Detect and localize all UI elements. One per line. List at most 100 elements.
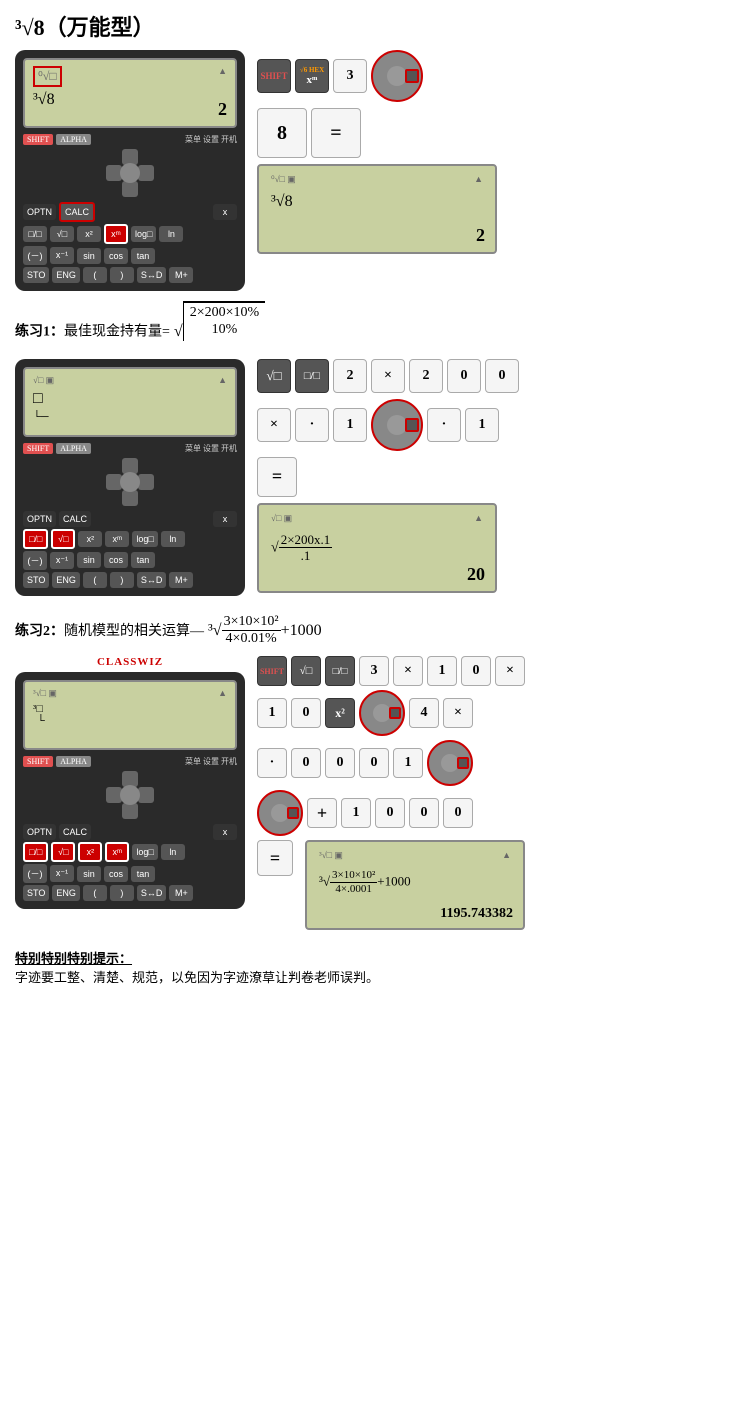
k-shift-3[interactable]: SHIFT — [257, 656, 287, 686]
k-frac-2[interactable]: □/□ — [295, 359, 329, 393]
k-1e[interactable]: 1 — [393, 748, 423, 778]
sto-btn-3[interactable]: STO — [23, 885, 49, 901]
k-0c[interactable]: 0 — [461, 656, 491, 686]
ln-btn-3[interactable]: ln — [161, 844, 185, 860]
xm-btn[interactable]: xᵐ — [104, 224, 128, 244]
optn-btn-3[interactable]: OPTN — [23, 824, 56, 840]
k-1b[interactable]: 1 — [465, 408, 499, 442]
rparen-btn-2[interactable]: ) — [110, 572, 134, 588]
k-sqrt-3[interactable]: √□ — [291, 656, 321, 686]
optn-btn[interactable]: OPTN — [23, 204, 56, 220]
dpad-2[interactable] — [104, 456, 156, 508]
step-xm-key[interactable]: √6 HEX xᵐ — [295, 59, 329, 93]
step-8-key[interactable]: 8 — [257, 108, 307, 158]
fraction-btn[interactable]: □/□ — [23, 226, 47, 242]
lparen-btn[interactable]: ( — [83, 267, 107, 283]
log-btn-2[interactable]: log□ — [132, 531, 157, 547]
tan-btn[interactable]: tan — [131, 248, 155, 264]
k-0d[interactable]: 0 — [291, 698, 321, 728]
fraction-btn-3[interactable]: □/□ — [23, 842, 48, 862]
eng-btn-2[interactable]: ENG — [52, 572, 80, 588]
xm-btn-2[interactable]: xᵐ — [105, 531, 129, 547]
sd-btn[interactable]: S↔D — [137, 267, 167, 283]
k-dpad2[interactable] — [371, 399, 423, 451]
k-dpad3[interactable] — [359, 690, 405, 736]
cos-btn-2[interactable]: cos — [104, 552, 128, 568]
dpad-down-3[interactable] — [122, 803, 138, 819]
eng-btn[interactable]: ENG — [52, 267, 80, 283]
optn-btn-2[interactable]: OPTN — [23, 511, 56, 527]
dpad-down-2[interactable] — [122, 490, 138, 506]
xinv-btn-3[interactable]: x⁻¹ — [50, 865, 74, 882]
eng-btn-3[interactable]: ENG — [52, 885, 80, 901]
k-0h[interactable]: 0 — [375, 798, 405, 828]
x-btn[interactable]: x — [213, 204, 237, 220]
sqrt-btn-3[interactable]: √□ — [51, 842, 75, 862]
sin-btn[interactable]: sin — [77, 248, 101, 264]
dpad-center-3[interactable] — [120, 785, 140, 805]
k-frac-3[interactable]: □/□ — [325, 656, 355, 686]
log-btn[interactable]: log□ — [131, 226, 156, 242]
k-dot1[interactable]: · — [295, 408, 329, 442]
step-dpad1-key[interactable] — [371, 50, 423, 102]
k-mul3b[interactable]: × — [495, 656, 525, 686]
k-eq2[interactable]: = — [257, 457, 297, 497]
k-0j[interactable]: 0 — [443, 798, 473, 828]
mplus-btn[interactable]: M+ — [169, 267, 193, 283]
mplus-btn-2[interactable]: M+ — [169, 572, 193, 588]
k-eq3[interactable]: = — [257, 840, 293, 876]
x2-btn-2[interactable]: x² — [78, 531, 102, 547]
k-dpad5[interactable] — [257, 790, 303, 836]
dpad-right[interactable] — [138, 165, 154, 181]
sd-btn-2[interactable]: S↔D — [137, 572, 167, 588]
k-0b[interactable]: 0 — [485, 359, 519, 393]
k-mul1[interactable]: × — [371, 359, 405, 393]
x2-btn-3[interactable]: x² — [78, 842, 102, 862]
rparen-btn[interactable]: ) — [110, 267, 134, 283]
k-0e[interactable]: 0 — [291, 748, 321, 778]
xinv-btn-2[interactable]: x⁻¹ — [50, 552, 74, 569]
k-0g[interactable]: 0 — [359, 748, 389, 778]
dpad-3[interactable] — [104, 769, 156, 821]
calc-btn[interactable]: CALC — [59, 202, 95, 222]
k-0i[interactable]: 0 — [409, 798, 439, 828]
step-eq-key[interactable]: = — [311, 108, 361, 158]
k-1a[interactable]: 1 — [333, 408, 367, 442]
tan-btn-2[interactable]: tan — [131, 552, 155, 568]
sd-btn-3[interactable]: S↔D — [137, 885, 167, 901]
fraction-btn-2[interactable]: □/□ — [23, 529, 48, 549]
k-x2-3[interactable]: x² — [325, 698, 355, 728]
k-0a[interactable]: 0 — [447, 359, 481, 393]
calc-btn-3[interactable]: CALC — [59, 824, 91, 840]
k-1f[interactable]: 1 — [341, 798, 371, 828]
dpad-down[interactable] — [122, 181, 138, 197]
sto-btn-2[interactable]: STO — [23, 572, 49, 588]
k-1d[interactable]: 1 — [257, 698, 287, 728]
cos-btn[interactable]: cos — [104, 248, 128, 264]
ln-btn-2[interactable]: ln — [161, 531, 185, 547]
calc-btn-2[interactable]: CALC — [59, 511, 91, 527]
k-2a[interactable]: 2 — [333, 359, 367, 393]
cos-btn-3[interactable]: cos — [104, 866, 128, 882]
dpad-center[interactable] — [120, 163, 140, 183]
x2-btn[interactable]: x² — [77, 226, 101, 242]
k-mul3a[interactable]: × — [393, 656, 423, 686]
k-dpad4[interactable] — [427, 740, 473, 786]
sqrt-btn-2[interactable]: √□ — [51, 529, 75, 549]
ln-btn[interactable]: ln — [159, 226, 183, 242]
xinv-btn[interactable]: x⁻¹ — [50, 247, 74, 264]
dpad-right-2[interactable] — [138, 474, 154, 490]
x-btn-2[interactable]: x — [213, 511, 237, 527]
k-mul2[interactable]: × — [257, 408, 291, 442]
sin-btn-3[interactable]: sin — [77, 866, 101, 882]
k-1c[interactable]: 1 — [427, 656, 457, 686]
k-mul3c[interactable]: × — [443, 698, 473, 728]
k-2b[interactable]: 2 — [409, 359, 443, 393]
x-btn-3[interactable]: x — [213, 824, 237, 840]
k-sqrt-2[interactable]: √□ — [257, 359, 291, 393]
step-3-key[interactable]: 3 — [333, 59, 367, 93]
dpad-center-2[interactable] — [120, 472, 140, 492]
k-plus3[interactable]: + — [307, 798, 337, 828]
rparen-btn-3[interactable]: ) — [110, 885, 134, 901]
lparen-btn-2[interactable]: ( — [83, 572, 107, 588]
